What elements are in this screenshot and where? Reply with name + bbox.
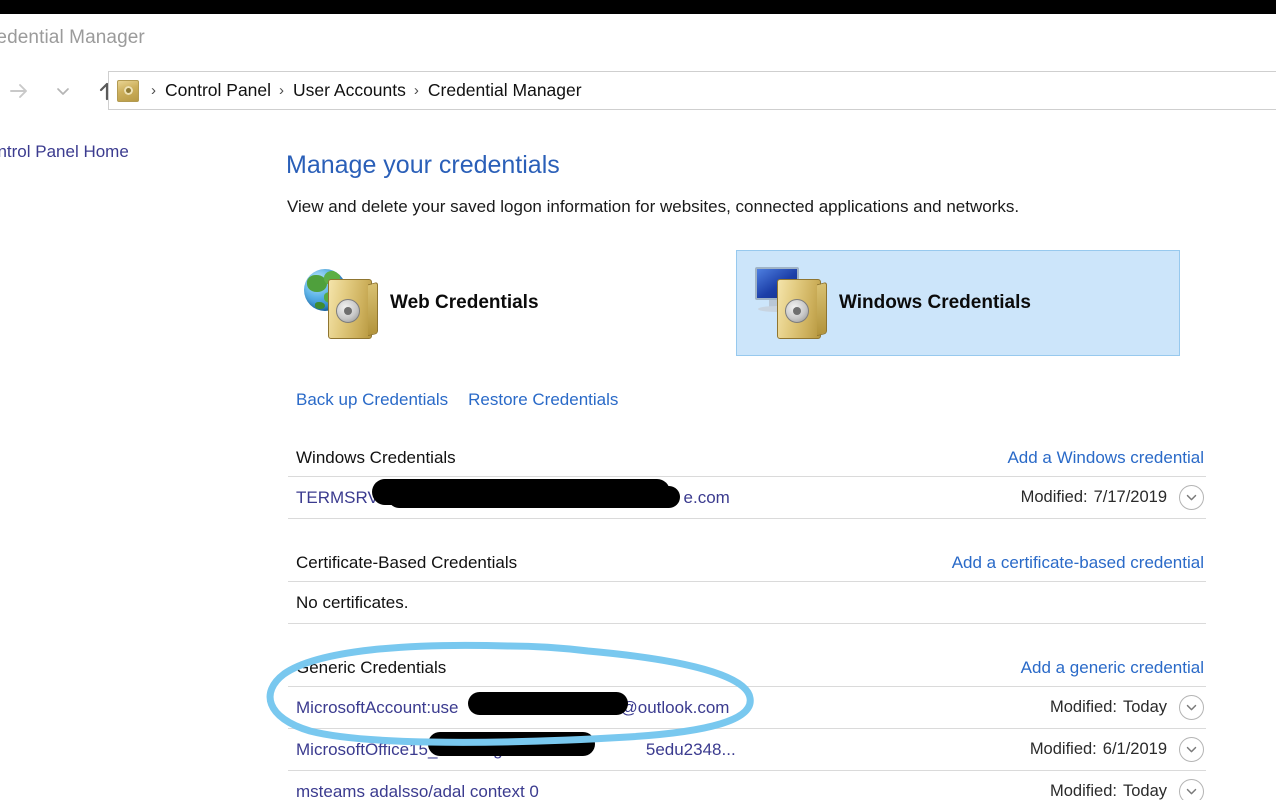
credential-name[interactable]: TERMSRV/e.com xyxy=(296,478,730,508)
credential-name-suffix: 5edu2348... xyxy=(645,739,736,759)
section-header: Certificate-Based Credentials Add a cert… xyxy=(288,545,1206,581)
windows-credentials-card[interactable]: Windows Credentials xyxy=(736,250,1180,356)
credential-name-suffix: @outlook.com xyxy=(620,697,730,717)
credential-name[interactable]: MicrosoftAccount:use @outlook.com xyxy=(296,691,730,718)
modified-value: 7/17/2019 xyxy=(1093,488,1167,506)
table-row: No certificates. xyxy=(288,582,1206,623)
section-header: Windows Credentials Add a Windows creden… xyxy=(288,440,1206,476)
credential-action-links: Back up Credentials Restore Credentials xyxy=(296,390,618,410)
row-meta: Modified: Today xyxy=(1050,779,1204,800)
modified-value: Today xyxy=(1122,698,1167,716)
section-header: Generic Credentials Add a generic creden… xyxy=(288,650,1206,686)
left-sidebar: ontrol Panel Home xyxy=(0,122,270,800)
window-title: redential Manager xyxy=(0,27,145,48)
chevron-down-icon[interactable] xyxy=(1179,779,1204,800)
chevron-down-icon[interactable] xyxy=(1179,737,1204,762)
web-credentials-label: Web Credentials xyxy=(390,292,539,313)
section-title: Certificate-Based Credentials xyxy=(296,553,518,572)
row-meta: Modified: 7/17/2019 xyxy=(1021,485,1204,510)
breadcrumb-separator: › xyxy=(279,82,285,99)
address-bar: › Control Panel › User Accounts › Creden… xyxy=(0,64,1276,118)
add-generic-credential-link[interactable]: Add a generic credential xyxy=(1021,658,1204,678)
breadcrumb-item-control-panel[interactable]: Control Panel xyxy=(165,80,271,101)
breadcrumb-separator: › xyxy=(151,82,156,99)
credential-name-prefix: MicrosoftAccount:use xyxy=(296,697,459,717)
web-credentials-card[interactable]: Web Credentials xyxy=(288,250,678,356)
monitor-vault-icon xyxy=(751,265,829,341)
section-title: Generic Credentials xyxy=(296,658,447,677)
table-row[interactable]: MicrosoftOffice15_Data:orgid 5edu2348... … xyxy=(288,729,1206,770)
globe-vault-icon xyxy=(302,265,380,341)
modified-value: Today xyxy=(1122,782,1167,800)
table-row[interactable]: msteams adalsso/adal context 0 Modified:… xyxy=(288,771,1206,800)
section-windows-credentials: Windows Credentials Add a Windows creden… xyxy=(288,440,1206,519)
add-windows-credential-link[interactable]: Add a Windows credential xyxy=(1007,448,1204,468)
chevron-down-icon[interactable] xyxy=(1179,695,1204,720)
forward-arrow-icon[interactable] xyxy=(4,76,34,106)
credential-name-prefix: TERMSRV/ xyxy=(296,487,384,507)
page-subtitle: View and delete your saved logon informa… xyxy=(287,197,1020,216)
modified-label: Modified: xyxy=(1050,782,1117,800)
sidebar-item-control-panel-home[interactable]: ontrol Panel Home xyxy=(0,142,129,162)
windows-credentials-label: Windows Credentials xyxy=(839,292,1031,313)
redaction-bar xyxy=(428,731,595,756)
credential-name[interactable]: msteams adalsso/adal context 0 xyxy=(296,782,539,800)
section-title: Windows Credentials xyxy=(296,448,456,467)
modified-value: 6/1/2019 xyxy=(1102,740,1167,758)
navigation-buttons xyxy=(4,74,122,108)
credential-name-suffix: e.com xyxy=(683,487,730,507)
page-title: Manage your credentials xyxy=(286,151,560,179)
no-certificates-text: No certificates. xyxy=(296,592,409,612)
chevron-down-icon[interactable] xyxy=(1179,485,1204,510)
table-row[interactable]: MicrosoftAccount:use @outlook.com Modifie… xyxy=(288,687,1206,728)
table-row[interactable]: TERMSRV/e.com Modified: 7/17/2019 xyxy=(288,477,1206,518)
breadcrumb-separator: › xyxy=(413,82,419,99)
modified-label: Modified: xyxy=(1020,488,1088,506)
add-certificate-based-credential-link[interactable]: Add a certificate-based credential xyxy=(952,553,1204,573)
top-black-strip xyxy=(0,0,1276,14)
breadcrumb-item-user-accounts[interactable]: User Accounts xyxy=(293,80,406,101)
main-content: Manage your credentials View and delete … xyxy=(270,122,1276,800)
credential-name[interactable]: MicrosoftOffice15_Data:orgid 5edu2348... xyxy=(296,731,736,760)
recent-locations-chevron-down-icon[interactable] xyxy=(48,76,78,106)
breadcrumb-item-credential-manager[interactable]: Credential Manager xyxy=(428,80,582,101)
section-generic-credentials: Generic Credentials Add a generic creden… xyxy=(288,650,1206,800)
row-meta: Modified: Today xyxy=(1050,695,1204,720)
redaction-bar xyxy=(468,691,628,715)
credential-manager-window: redential Manager › Control Panel › User… xyxy=(0,0,1276,800)
row-meta: Modified: 6/1/2019 xyxy=(1030,737,1204,762)
redaction-bar xyxy=(388,485,680,508)
restore-credentials-link[interactable]: Restore Credentials xyxy=(468,390,618,410)
back-up-credentials-link[interactable]: Back up Credentials xyxy=(296,390,448,410)
breadcrumb[interactable]: › Control Panel › User Accounts › Creden… xyxy=(108,71,1276,110)
section-certificate-based-credentials: Certificate-Based Credentials Add a cert… xyxy=(288,545,1206,624)
credential-type-cards: Web Credentials Windows Credentials xyxy=(270,250,1276,356)
credential-manager-vault-icon xyxy=(117,79,139,102)
modified-label: Modified: xyxy=(1050,698,1117,716)
modified-label: Modified: xyxy=(1029,740,1097,758)
title-bar: redential Manager xyxy=(0,14,1276,64)
credential-sections: Windows Credentials Add a Windows creden… xyxy=(288,440,1206,800)
